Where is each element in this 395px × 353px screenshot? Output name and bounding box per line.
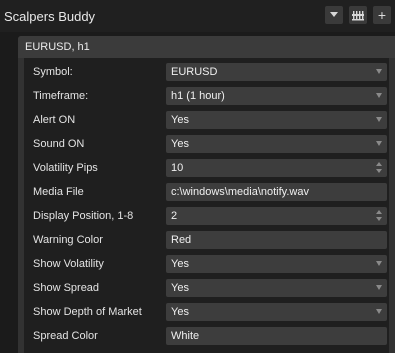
setting-row-timeframe: Timeframe: h1 (1 hour): [24, 84, 389, 108]
plus-icon: +: [377, 7, 387, 23]
panel-title: EURUSD, h1: [25, 41, 90, 53]
volatility-pips-spinner[interactable]: 10: [166, 159, 387, 177]
setting-row-show-depth-of-market: Show Depth of Market Yes: [24, 300, 389, 324]
media-file-input[interactable]: c:\windows\media\notify.wav: [166, 183, 387, 201]
collapse-button[interactable]: [325, 6, 343, 24]
setting-label: Sound ON: [33, 138, 85, 150]
setting-label: Alert ON: [33, 114, 76, 126]
setting-label: Symbol:: [33, 66, 73, 78]
setting-label: Media File: [33, 186, 84, 198]
setting-label: Spread Color: [33, 330, 98, 342]
add-button[interactable]: +: [373, 6, 391, 24]
setting-value: 10: [171, 162, 184, 174]
setting-value: Yes: [171, 306, 189, 318]
setting-label: Show Depth of Market: [33, 306, 142, 318]
setting-label: Show Volatility: [33, 258, 104, 270]
timeframe-dropdown[interactable]: h1 (1 hour): [166, 87, 387, 105]
setting-row-symbol: Symbol: EURUSD: [24, 60, 389, 84]
setting-row-show-spread: Show Spread Yes: [24, 276, 389, 300]
settings-panel: EURUSD, h1 Symbol: EURUSD Timeframe: h1 …: [18, 36, 395, 353]
chevron-down-icon: [330, 12, 338, 18]
setting-row-display-position: Display Position, 1-8 2: [24, 204, 389, 228]
spin-up-icon[interactable]: [376, 162, 382, 166]
setting-label: Warning Color: [33, 234, 103, 246]
symbol-dropdown[interactable]: EURUSD: [166, 63, 387, 81]
setting-value: c:\windows\media\notify.wav: [171, 186, 309, 198]
setting-row-alert-on: Alert ON Yes: [24, 108, 389, 132]
setting-row-warning-color: Warning Color Red: [24, 228, 389, 252]
sound-on-dropdown[interactable]: Yes: [166, 135, 387, 153]
setting-row-sound-on: Sound ON Yes: [24, 132, 389, 156]
dropdown-arrow-icon: [376, 141, 382, 146]
title-bar: Scalpers Buddy +: [0, 0, 395, 32]
setting-label: Display Position, 1-8: [33, 210, 134, 222]
dropdown-arrow-icon: [376, 285, 382, 290]
dropdown-arrow-icon: [376, 93, 382, 98]
alert-on-dropdown[interactable]: Yes: [166, 111, 387, 129]
setting-label: Volatility Pips: [33, 162, 98, 174]
panel-header[interactable]: EURUSD, h1: [18, 36, 395, 58]
window-title: Scalpers Buddy: [4, 9, 96, 24]
setting-row-volatility-pips: Volatility Pips 10: [24, 156, 389, 180]
warning-color-input[interactable]: Red: [166, 231, 387, 249]
settings-sliders-icon: [352, 9, 364, 21]
spin-up-icon[interactable]: [376, 210, 382, 214]
display-position-spinner[interactable]: 2: [166, 207, 387, 225]
dropdown-arrow-icon: [376, 261, 382, 266]
dropdown-arrow-icon: [376, 69, 382, 74]
dropdown-arrow-icon: [376, 117, 382, 122]
setting-value: 2: [171, 210, 178, 222]
setting-value: Yes: [171, 138, 189, 150]
settings-list: Symbol: EURUSD Timeframe: h1 (1 hour) Al…: [24, 58, 389, 353]
show-spread-dropdown[interactable]: Yes: [166, 279, 387, 297]
setting-row-media-file: Media File c:\windows\media\notify.wav: [24, 180, 389, 204]
setting-value: Red: [171, 234, 192, 246]
setting-row-spread-color: Spread Color White: [24, 324, 389, 348]
settings-button[interactable]: [349, 6, 367, 24]
setting-value: Yes: [171, 114, 189, 126]
show-volatility-dropdown[interactable]: Yes: [166, 255, 387, 273]
dropdown-arrow-icon: [376, 309, 382, 314]
setting-value: Yes: [171, 282, 189, 294]
setting-value: White: [171, 330, 200, 342]
setting-value: h1 (1 hour): [171, 90, 225, 102]
setting-row-show-volatility: Show Volatility Yes: [24, 252, 389, 276]
setting-value: Yes: [171, 258, 189, 270]
setting-value: EURUSD: [171, 66, 218, 78]
setting-label: Show Spread: [33, 282, 100, 294]
show-depth-of-market-dropdown[interactable]: Yes: [166, 303, 387, 321]
setting-label: Timeframe:: [33, 90, 89, 102]
spin-down-icon[interactable]: [376, 217, 382, 221]
spin-down-icon[interactable]: [376, 169, 382, 173]
spread-color-input[interactable]: White: [166, 327, 387, 345]
